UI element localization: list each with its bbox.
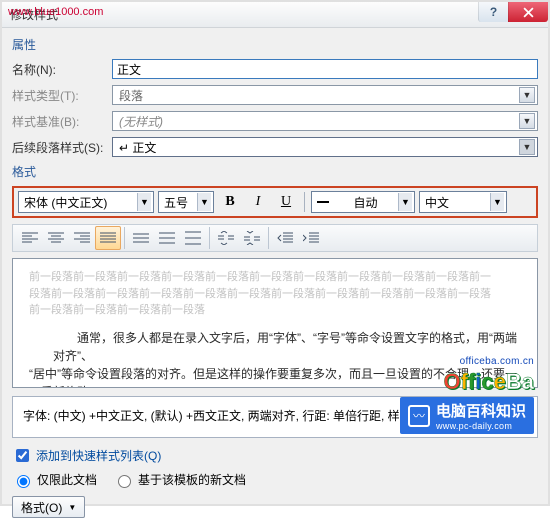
font-combo[interactable]: 宋体 (中文正文) ▼ [18, 191, 154, 213]
officeba-url: officeba.com.cn [460, 356, 534, 367]
chevron-down-icon: ▼ [519, 113, 535, 129]
chevron-down-icon[interactable]: ▼ [137, 193, 151, 211]
officeba-logo: OfficeBa [443, 369, 534, 395]
only-this-doc-radio[interactable]: 仅限此文档 [12, 471, 97, 488]
bold-button[interactable]: B [218, 191, 242, 213]
separator [124, 227, 125, 249]
decrease-para-space-button[interactable] [239, 226, 265, 250]
only-this-doc-label: 仅限此文档 [37, 471, 97, 488]
section-properties: 属性 [12, 36, 538, 53]
underline-button[interactable]: U [274, 191, 298, 213]
monitor-icon: 〰 [408, 405, 430, 427]
italic-button[interactable]: I [246, 191, 270, 213]
chevron-down-icon[interactable]: ▼ [490, 193, 504, 211]
align-right-button[interactable] [69, 226, 95, 250]
pcdaily-badge: 〰 电脑百科知识 www.pc-daily.com [400, 397, 534, 434]
name-input[interactable] [112, 59, 538, 79]
watermark-url: www.blue1000.com [8, 6, 103, 18]
follow-value: ↵ 正文 [119, 139, 156, 156]
add-quick-style-checkbox[interactable]: 添加到快速样式列表(Q) [12, 446, 161, 465]
align-left-button[interactable] [17, 226, 43, 250]
line-spacing-1-5-button[interactable] [154, 226, 180, 250]
pcdaily-en: www.pc-daily.com [436, 421, 526, 431]
follow-label: 后续段落样式(S): [12, 139, 112, 156]
color-value: 自动 [337, 194, 394, 211]
close-button[interactable] [508, 2, 548, 22]
pcdaily-zh: 电脑百科知识 [436, 400, 526, 421]
font-value: 宋体 (中文正文) [24, 194, 133, 211]
preview-ghost-top: 前一段落前一段落前一段落前一段落前一段落前一段落前一段落前一段落前一段落前一段落… [29, 269, 521, 319]
line-spacing-1-button[interactable] [128, 226, 154, 250]
chevron-down-icon[interactable]: ▼ [398, 193, 412, 211]
type-value: 段落 [119, 87, 143, 104]
chevron-down-icon[interactable]: ▼ [197, 193, 211, 211]
increase-indent-button[interactable] [298, 226, 324, 250]
branding: officeba.com.cn OfficeBa 〰 电脑百科知识 www.pc… [400, 356, 534, 434]
size-value: 五号 [164, 194, 193, 211]
size-combo[interactable]: 五号 ▼ [158, 191, 214, 213]
separator [304, 192, 305, 212]
chevron-down-icon[interactable]: ▼ [519, 139, 535, 155]
section-format: 格式 [12, 163, 538, 180]
template-based-input[interactable] [118, 475, 131, 488]
align-justify-button[interactable] [95, 226, 121, 250]
line-spacing-2-button[interactable] [180, 226, 206, 250]
separator [268, 227, 269, 249]
paragraph-toolbar [12, 224, 538, 252]
base-label: 样式基准(B): [12, 113, 112, 130]
align-center-button[interactable] [43, 226, 69, 250]
template-based-radio[interactable]: 基于该模板的新文档 [113, 471, 246, 488]
lang-value: 中文 [425, 194, 486, 211]
base-value: (无样式) [119, 113, 163, 130]
format-dropdown-button[interactable]: 格式(O) ▼ [12, 496, 85, 518]
highlight-format-bar: 宋体 (中文正文) ▼ 五号 ▼ B I U 自动 ▼ 中文 ▼ [12, 186, 538, 218]
lang-combo[interactable]: 中文 ▼ [419, 191, 507, 213]
base-select: (无样式) ▼ [112, 111, 538, 131]
color-swatch [317, 201, 329, 203]
only-this-doc-input[interactable] [17, 475, 30, 488]
add-quick-style-label: 添加到快速样式列表(Q) [36, 447, 161, 464]
font-color-combo[interactable]: 自动 ▼ [311, 191, 415, 213]
chevron-down-icon: ▼ [68, 503, 76, 512]
increase-para-space-button[interactable] [213, 226, 239, 250]
chevron-down-icon: ▼ [519, 87, 535, 103]
template-based-label: 基于该模板的新文档 [138, 471, 246, 488]
add-quick-style-input[interactable] [16, 449, 29, 462]
help-button[interactable]: ? [478, 2, 508, 22]
separator [209, 227, 210, 249]
name-label: 名称(N): [12, 61, 112, 78]
type-select: 段落 ▼ [112, 85, 538, 105]
type-label: 样式类型(T): [12, 87, 112, 104]
follow-select[interactable]: ↵ 正文 ▼ [112, 137, 538, 157]
format-button-label: 格式(O) [21, 499, 62, 516]
decrease-indent-button[interactable] [272, 226, 298, 250]
